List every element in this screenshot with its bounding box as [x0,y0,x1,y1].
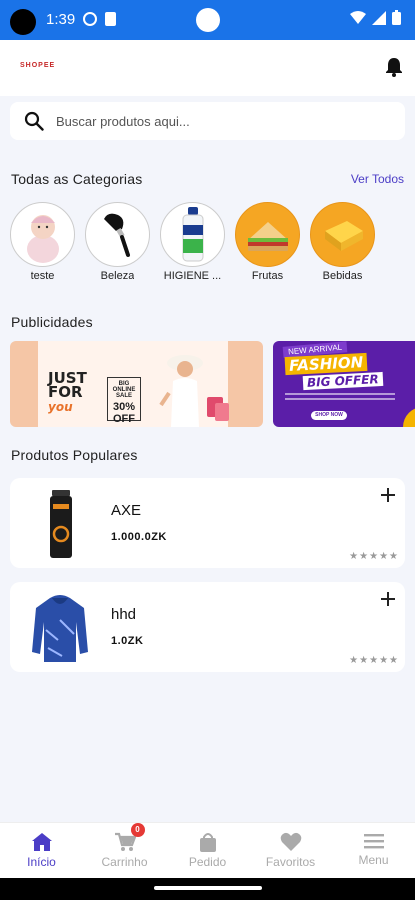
status-icons [350,10,401,25]
search-bar[interactable] [10,102,405,140]
category-label: Bebidas [322,270,363,282]
camera-cutout [10,9,36,35]
app-header: SHOPEE [0,40,415,96]
ad-text-lines [285,393,395,395]
shampoo-bottle-icon [160,202,225,267]
ad-headline: FASHION [284,352,368,376]
status-time: 1:39 [46,11,76,28]
nav-item-favorites[interactable]: Favoritos [249,823,332,878]
category-label: HIGIENE ... [163,270,222,282]
gesture-bar [0,878,415,900]
ad-headline-main: JUST FOR [48,369,87,401]
heart-icon [280,832,301,851]
product-card[interactable]: hhd 1.0ZK ★★★★★ [10,582,405,672]
ads-carousel[interactable]: JUST FOR you BIG ONLINE SALE 30% OFF NEW… [10,341,415,427]
nav-item-menu[interactable]: Menu [332,823,415,878]
ad-offer-box: BIG ONLINE SALE 30% OFF [107,377,141,425]
category-label: Beleza [100,270,135,282]
category-item[interactable]: Beleza [85,202,150,282]
category-item[interactable]: Frutas [235,202,300,282]
wifi-icon [350,10,366,24]
category-item[interactable]: teste [10,202,75,282]
products-title: Produtos Populares [11,447,138,463]
ad-headline: JUST FOR you [48,369,98,415]
ad-subheadline: BIG OFFER [302,371,383,391]
ad-offer-value: 30% OFF [112,401,136,425]
bag-icon [199,833,216,852]
bottom-navigation: Início 0 Carrinho Pedido Favoritos Menu [0,822,415,878]
product-price: 1.000.0ZK [111,531,167,543]
add-to-cart-plus-icon[interactable] [379,486,397,504]
category-item[interactable]: Bebidas [310,202,375,282]
ad-offer-top: BIG ONLINE SALE [112,381,136,399]
home-gesture-handle[interactable] [154,886,262,890]
signal-icon [372,10,386,25]
add-to-cart-plus-icon[interactable] [379,590,397,608]
nav-item-home[interactable]: Início [0,823,83,878]
ad-shop-button[interactable]: SHOP NOW [311,411,347,420]
deodorant-can-image [50,490,72,558]
ads-title: Publicidades [11,314,93,330]
nav-label: Carrinho [101,855,148,869]
search-icon [24,111,44,131]
nav-label: Início [27,855,56,869]
cart-badge: 0 [130,823,145,837]
category-label: teste [30,270,55,282]
ad-decoration [403,407,415,427]
home-icon [31,833,52,851]
category-label: Frutas [251,270,284,282]
product-price: 1.0ZK [111,635,144,647]
nav-label: Menu [358,853,389,867]
menu-icon [363,834,384,849]
category-item[interactable]: HIGIENE ... [160,202,225,282]
status-bar: 1:39 [0,0,415,40]
ad-headline-script: you [48,400,73,414]
nav-label: Favoritos [265,855,316,869]
front-camera [196,8,220,32]
app-logo: SHOPEE [20,62,56,69]
product-name: AXE [111,502,142,519]
ad-banner[interactable]: JUST FOR you BIG ONLINE SALE 30% OFF [10,341,263,427]
product-card[interactable]: AXE 1.000.0ZK ★★★★★ [10,478,405,568]
globe-icon [83,12,97,26]
bell-icon[interactable] [385,57,403,77]
categories-title: Todas as Categorias [11,171,143,187]
shopping-woman-image [159,355,229,427]
nav-item-cart[interactable]: 0 Carrinho [83,823,166,878]
search-input[interactable] [56,102,386,140]
baby-photo-icon [10,202,75,267]
product-name: hhd [111,606,137,623]
nav-item-orders[interactable]: Pedido [166,823,249,878]
product-rating: ★★★★★ [349,655,399,666]
product-rating: ★★★★★ [349,551,399,562]
sandwich-icon [235,202,300,267]
makeup-brush-icon [85,202,150,267]
see-all-link[interactable]: Ver Todos [351,172,404,186]
ad-banner[interactable]: NEW ARRIVAL FASHION BIG OFFER SHOP NOW [273,341,415,427]
nav-label: Pedido [188,855,227,869]
blue-hoodie-image [32,595,88,662]
battery-icon [392,10,401,25]
category-list: teste Beleza HIGIENE ... Frutas Bebidas [10,202,375,282]
sim-card-icon [105,12,116,26]
orange-box-icon [310,202,375,267]
